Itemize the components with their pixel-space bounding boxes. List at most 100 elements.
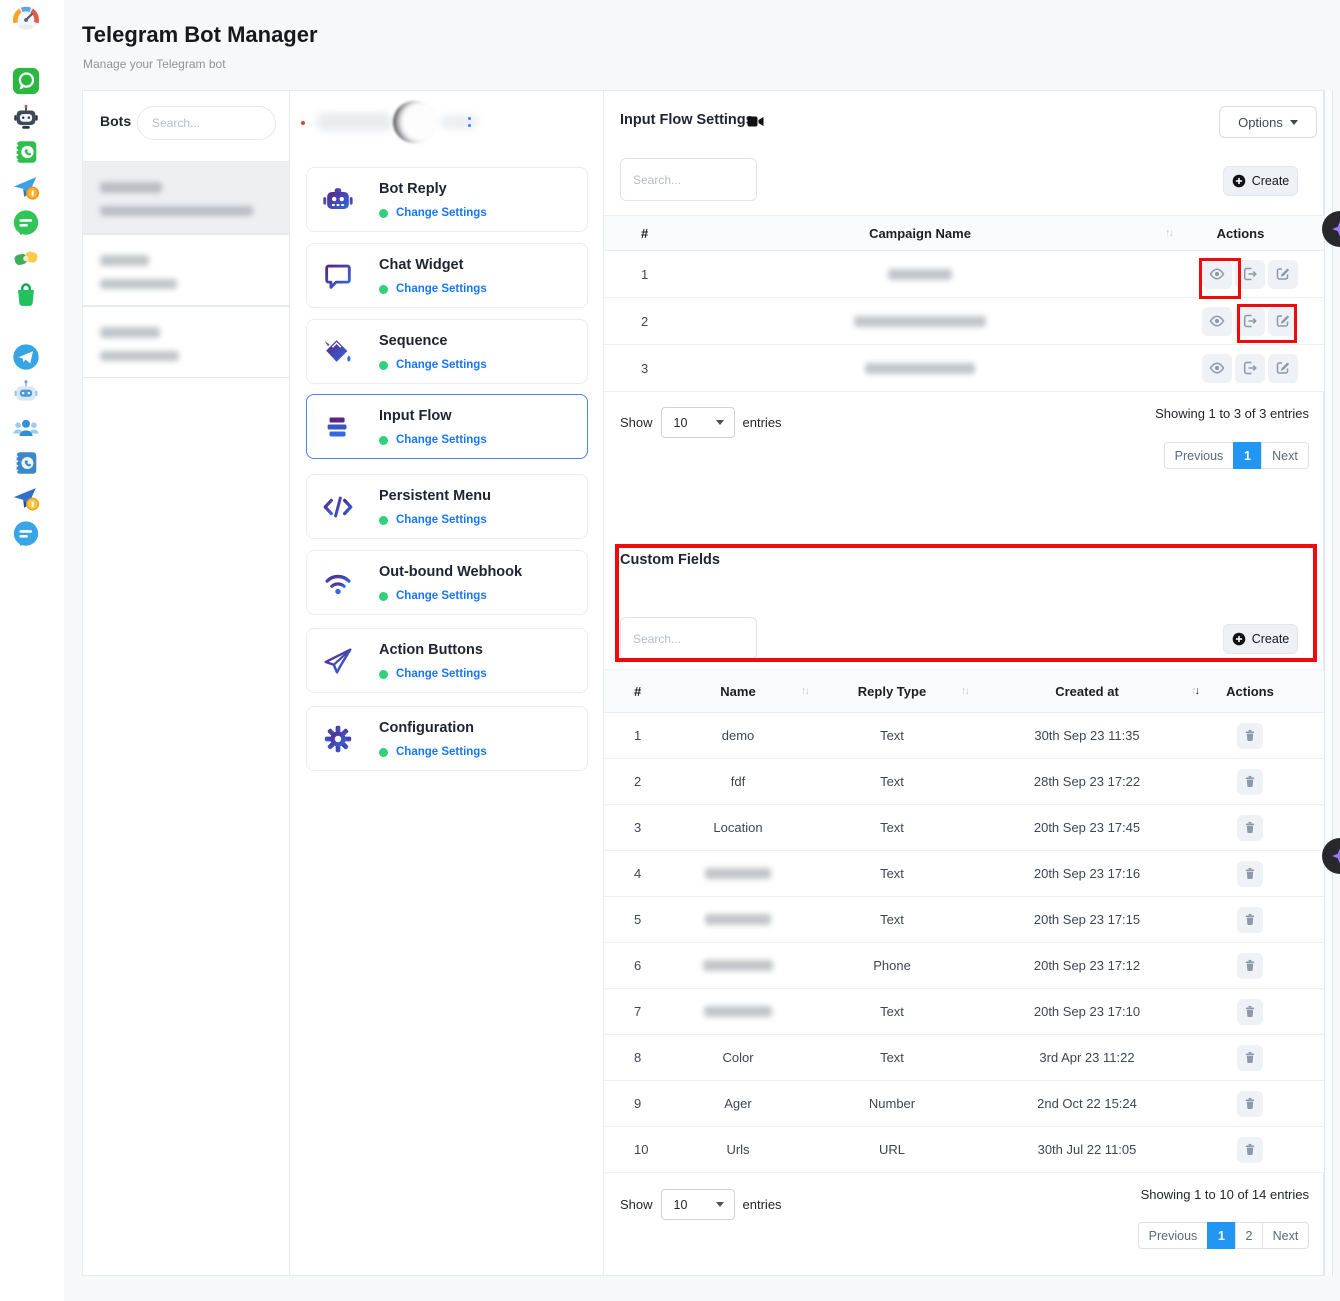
field-created-at: 28th Sep 23 17:22 bbox=[972, 759, 1202, 804]
row-index: 6 bbox=[604, 943, 664, 988]
menu-item-bot-reply[interactable]: Bot Reply Change Settings bbox=[306, 167, 588, 232]
sort-icon[interactable]: ↑↓ bbox=[801, 685, 808, 697]
change-settings-link[interactable]: Change Settings bbox=[396, 359, 487, 371]
delete-button[interactable] bbox=[1237, 769, 1263, 795]
options-button[interactable]: Options bbox=[1219, 106, 1317, 138]
menu-item-configuration[interactable]: Configuration Change Settings bbox=[306, 706, 588, 771]
chat-blue-icon[interactable] bbox=[11, 519, 41, 549]
previous-page-button[interactable]: Previous bbox=[1138, 1222, 1208, 1249]
bot-list-item[interactable] bbox=[83, 161, 289, 234]
menu-dots-icon[interactable] bbox=[468, 117, 471, 120]
menu-item-outbound-webhook[interactable]: Out-bound Webhook Change Settings bbox=[306, 550, 588, 615]
page-size-select[interactable]: 10 bbox=[661, 407, 735, 438]
custom-field-row: 3 Location Text 20th Sep 23 17:45 bbox=[604, 805, 1325, 851]
previous-page-button[interactable]: Previous bbox=[1164, 442, 1234, 469]
export-button[interactable] bbox=[1235, 307, 1265, 336]
speedtest-icon[interactable] bbox=[11, 4, 41, 34]
shopping-bag-icon[interactable] bbox=[11, 280, 41, 310]
audience-blue-icon[interactable] bbox=[11, 413, 41, 443]
custom-fields-table-header: # Name ↑↓ Reply Type ↑↓ Created at ↑↓ Ac… bbox=[604, 669, 1325, 713]
change-settings-link[interactable]: Change Settings bbox=[396, 434, 487, 446]
delete-button[interactable] bbox=[1237, 861, 1263, 887]
menu-item-chat-widget[interactable]: Chat Widget Change Settings bbox=[306, 243, 588, 308]
menu-item-input-flow[interactable]: Input Flow Change Settings bbox=[306, 394, 588, 459]
input-flow-panel: Input Flow Settings Options Create # Cam… bbox=[604, 91, 1325, 1275]
change-settings-link[interactable]: Change Settings bbox=[396, 514, 487, 526]
page-1-button[interactable]: 1 bbox=[1233, 442, 1262, 469]
input-flow-search-input[interactable] bbox=[620, 158, 757, 201]
delete-button[interactable] bbox=[1237, 953, 1263, 979]
bots-panel-title: Bots bbox=[100, 113, 131, 129]
column-header-label: Name bbox=[720, 684, 755, 699]
telegram-blue-icon[interactable] bbox=[11, 342, 41, 372]
edit-button[interactable] bbox=[1268, 260, 1298, 289]
export-button[interactable] bbox=[1235, 354, 1265, 383]
contacts-green-icon[interactable] bbox=[11, 137, 41, 167]
edit-pencil-icon bbox=[1275, 313, 1291, 329]
page-2-button[interactable]: 2 bbox=[1235, 1222, 1263, 1249]
chat-green-icon[interactable] bbox=[11, 208, 41, 238]
scrollbar-track[interactable] bbox=[1324, 90, 1333, 1276]
column-header-name[interactable]: Name ↑↓ bbox=[664, 670, 812, 712]
custom-fields-search-input[interactable] bbox=[620, 617, 757, 660]
redacted-campaign-name bbox=[888, 269, 952, 280]
field-reply-type: Text bbox=[812, 713, 972, 758]
column-header-index[interactable]: # bbox=[604, 670, 664, 712]
redacted-campaign-name bbox=[854, 316, 986, 327]
field-created-at: 30th Sep 23 11:35 bbox=[972, 713, 1202, 758]
view-button[interactable] bbox=[1202, 307, 1232, 336]
change-settings-link[interactable]: Change Settings bbox=[396, 668, 487, 680]
next-page-button[interactable]: Next bbox=[1261, 442, 1309, 469]
bot-list-item[interactable] bbox=[83, 306, 289, 378]
delete-button[interactable] bbox=[1237, 999, 1263, 1025]
column-header-reply-type[interactable]: Reply Type ↑↓ bbox=[812, 670, 972, 712]
view-button[interactable] bbox=[1202, 354, 1232, 383]
delete-button[interactable] bbox=[1237, 1045, 1263, 1071]
eye-icon bbox=[1209, 266, 1225, 282]
change-settings-link[interactable]: Change Settings bbox=[396, 207, 487, 219]
video-camera-icon[interactable] bbox=[747, 115, 764, 133]
telegram-coin-icon[interactable] bbox=[11, 172, 41, 202]
field-reply-type: Text bbox=[812, 759, 972, 804]
delete-button[interactable] bbox=[1237, 723, 1263, 749]
view-button[interactable] bbox=[1202, 260, 1232, 289]
delete-button[interactable] bbox=[1237, 1137, 1263, 1163]
change-settings-link[interactable]: Change Settings bbox=[396, 590, 487, 602]
export-button[interactable] bbox=[1235, 260, 1265, 289]
change-settings-link[interactable]: Change Settings bbox=[396, 746, 487, 758]
edit-button[interactable] bbox=[1268, 307, 1298, 336]
field-created-at: 3rd Apr 23 11:22 bbox=[972, 1035, 1202, 1080]
file-export-icon bbox=[1242, 360, 1258, 376]
redacted-bot-name bbox=[100, 255, 149, 266]
menu-item-persistent-menu[interactable]: Persistent Menu Change Settings bbox=[306, 474, 588, 539]
change-settings-link[interactable]: Change Settings bbox=[396, 283, 487, 295]
page-size-select[interactable]: 10 bbox=[661, 1189, 735, 1220]
column-header-created-at[interactable]: Created at ↑↓ bbox=[972, 670, 1202, 712]
column-header-index[interactable]: # bbox=[604, 216, 664, 250]
input-flow-create-button[interactable]: Create bbox=[1223, 166, 1298, 196]
whatsapp-icon[interactable] bbox=[11, 66, 41, 96]
sort-desc-icon[interactable]: ↑↓ bbox=[1191, 685, 1198, 697]
bots-search-input[interactable] bbox=[137, 106, 276, 140]
column-header-campaign-name[interactable]: Campaign Name ↑↓ bbox=[664, 216, 1176, 250]
next-page-button[interactable]: Next bbox=[1262, 1222, 1309, 1249]
robot-dark-icon[interactable] bbox=[11, 102, 41, 132]
custom-fields-table-body: 1 demo Text 30th Sep 23 11:35 2 fdf Text… bbox=[604, 713, 1325, 1173]
custom-fields-create-button[interactable]: Create bbox=[1223, 624, 1298, 654]
robot-blue-icon[interactable] bbox=[11, 377, 41, 407]
redacted-field-name bbox=[705, 914, 771, 925]
partners-icon[interactable] bbox=[11, 243, 41, 273]
edit-button[interactable] bbox=[1268, 354, 1298, 383]
delete-button[interactable] bbox=[1237, 815, 1263, 841]
menu-item-action-buttons[interactable]: Action Buttons Change Settings bbox=[306, 628, 588, 693]
sort-icon[interactable]: ↑↓ bbox=[961, 685, 968, 697]
sort-icon[interactable]: ↑↓ bbox=[1165, 227, 1172, 239]
bot-list-item[interactable] bbox=[83, 234, 289, 306]
delete-button[interactable] bbox=[1237, 1091, 1263, 1117]
telegram-coin-blue-icon[interactable] bbox=[11, 483, 41, 513]
menu-item-sequence[interactable]: Sequence Change Settings bbox=[306, 319, 588, 384]
delete-button[interactable] bbox=[1237, 907, 1263, 933]
field-reply-type: Text bbox=[812, 989, 972, 1034]
page-1-button[interactable]: 1 bbox=[1207, 1222, 1236, 1249]
contacts-blue-icon[interactable] bbox=[11, 448, 41, 478]
